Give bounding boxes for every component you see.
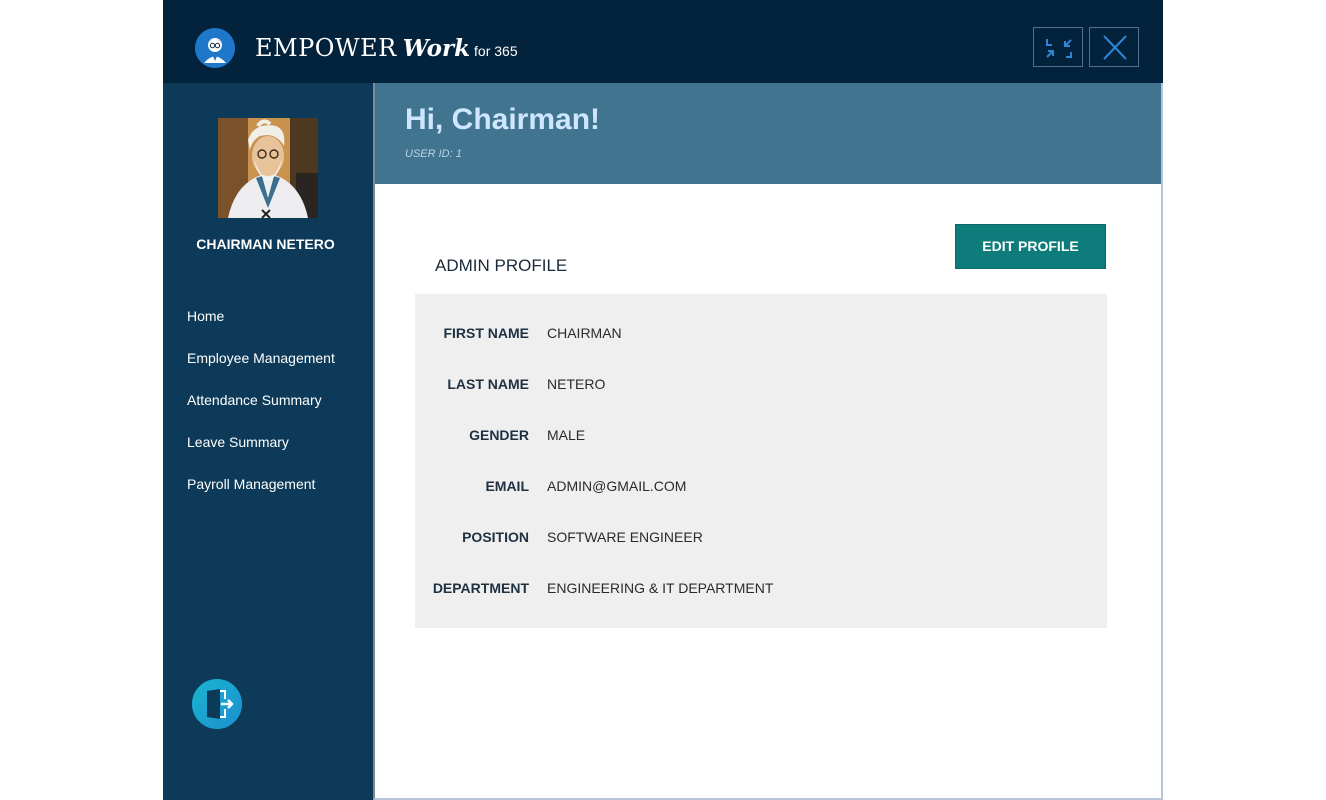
section-title: ADMIN PROFILE <box>435 256 568 275</box>
logout-button[interactable] <box>192 679 242 729</box>
profile-row-position: POSITION SOFTWARE ENGINEER <box>415 529 1107 549</box>
sidebar-nav: Home Employee Management Attendance Summ… <box>187 307 335 517</box>
field-value: MALE <box>547 427 586 443</box>
profile-row-last-name: LAST NAME NETERO <box>415 376 1107 396</box>
field-label: EMAIL <box>485 478 529 494</box>
profile-row-email: EMAIL ADMIN@GMAIL.COM <box>415 478 1107 498</box>
greeting-title: Hi, Chairman! <box>405 103 601 136</box>
main-content: Hi, Chairman! USER ID: 1 ADMIN PROFILE E… <box>373 83 1163 800</box>
field-label: DEPARTMENT <box>432 580 529 596</box>
title-bar: EMPOWER Work for 365 <box>163 0 1163 83</box>
collapse-icon <box>1046 39 1072 58</box>
sidebar-item-leave-summary[interactable]: Leave Summary <box>187 433 335 475</box>
field-value: ADMIN@GMAIL.COM <box>547 478 687 494</box>
exit-door-icon <box>192 679 242 729</box>
app-window: EMPOWER Work for 365 CHAIRMAN NETERO Hom… <box>163 0 1163 800</box>
field-value: ENGINEERING & IT DEPARTMENT <box>547 580 774 596</box>
close-icon <box>1103 35 1127 60</box>
sidebar-item-attendance-summary[interactable]: Attendance Summary <box>187 391 335 433</box>
field-label: FIRST NAME <box>443 325 529 341</box>
field-label: POSITION <box>462 529 529 545</box>
minimize-button[interactable] <box>1033 27 1083 67</box>
avatar <box>218 118 318 218</box>
brand-title: EMPOWER Work for 365 <box>255 34 518 64</box>
field-label: LAST NAME <box>447 376 529 392</box>
sidebar-item-payroll-management[interactable]: Payroll Management <box>187 475 335 517</box>
field-value: NETERO <box>547 376 606 392</box>
profile-row-first-name: FIRST NAME CHAIRMAN <box>415 325 1107 345</box>
sidebar-item-employee-management[interactable]: Employee Management <box>187 349 335 391</box>
close-button[interactable] <box>1089 27 1139 67</box>
welcome-header: Hi, Chairman! USER ID: 1 <box>375 83 1161 184</box>
edit-profile-button[interactable]: EDIT PROFILE <box>955 224 1106 269</box>
profile-row-department: DEPARTMENT ENGINEERING & IT DEPARTMENT <box>415 580 1107 600</box>
field-label: GENDER <box>469 427 529 443</box>
brand-work: Work <box>402 35 471 62</box>
field-value: CHAIRMAN <box>547 325 622 341</box>
sidebar-item-home[interactable]: Home <box>187 307 335 349</box>
profile-row-gender: GENDER MALE <box>415 427 1107 447</box>
brand-suffix: for 365 <box>474 43 518 59</box>
brand-name: EMPOWER <box>255 34 397 62</box>
user-name: CHAIRMAN NETERO <box>196 236 335 252</box>
app-logo-icon <box>195 28 235 68</box>
user-id-label: USER ID: 1 <box>405 148 462 160</box>
field-value: SOFTWARE ENGINEER <box>547 529 703 545</box>
profile-panel: FIRST NAME CHAIRMAN LAST NAME NETERO GEN… <box>415 294 1107 628</box>
sidebar: CHAIRMAN NETERO Home Employee Management… <box>163 83 373 800</box>
